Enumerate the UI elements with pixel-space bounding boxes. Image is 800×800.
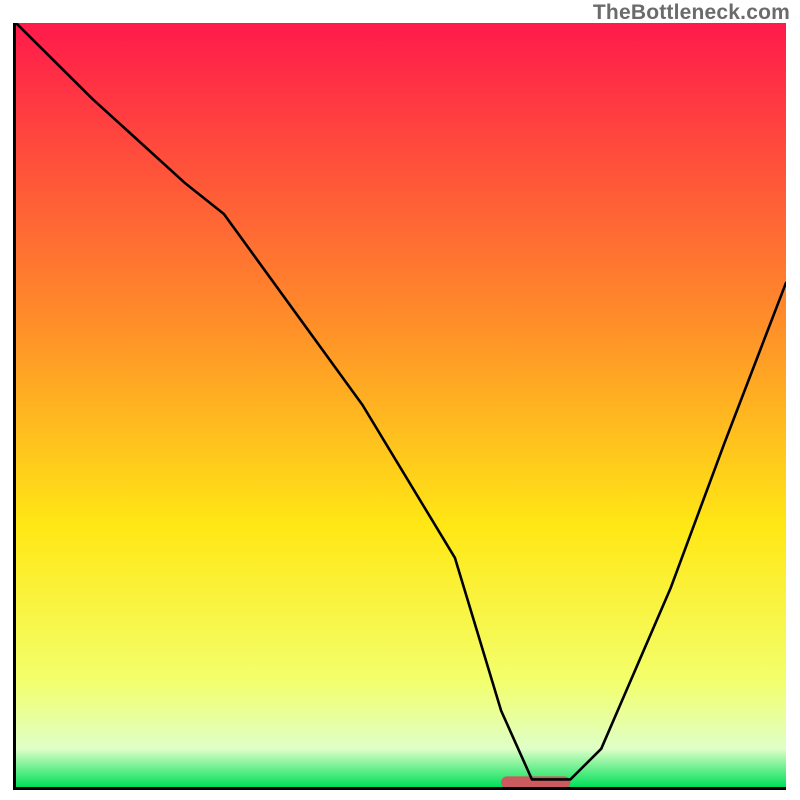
- watermark-text: TheBottleneck.com: [593, 1, 790, 25]
- axes-frame: [13, 23, 786, 790]
